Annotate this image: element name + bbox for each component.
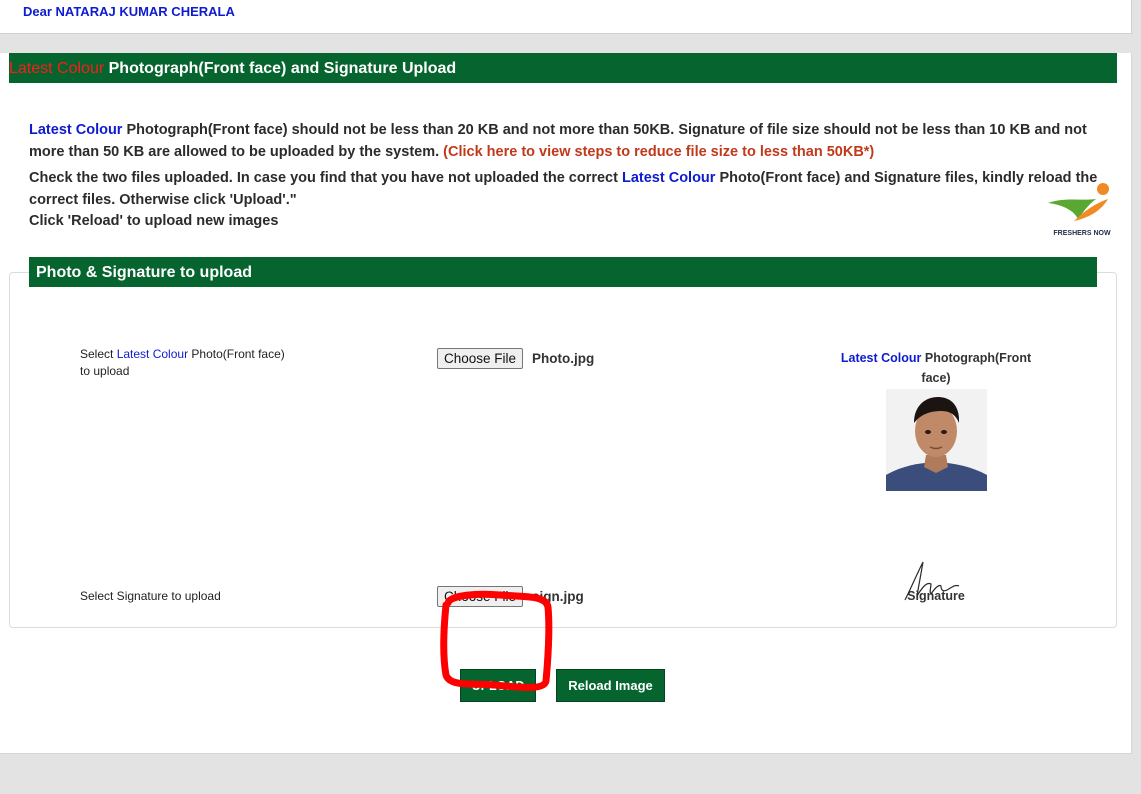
preview-highlight: Latest Colour	[840, 351, 922, 365]
instructions: Latest Colour Photograph(Front face) sho…	[29, 120, 1104, 238]
photo-preview-title: Latest Colour Photograph(Front face)	[826, 348, 1046, 388]
logo-text: FRESHERS NOW	[1053, 230, 1111, 237]
freshers-now-logo: FRESHERS NOW	[1044, 181, 1114, 241]
instruction-size-limits: Latest Colour Photograph(Front face) sho…	[29, 120, 1104, 163]
label-highlight: Latest Colour	[116, 347, 189, 361]
instruction-highlight: Latest Colour	[29, 122, 123, 138]
label-text: to upload	[80, 364, 130, 378]
reduce-file-size-link[interactable]: (Click here to view steps to reduce file…	[443, 144, 874, 160]
page-title-bar: Latest Colour Photograph(Front face) and…	[9, 53, 1117, 83]
instruction-text: Check the two files uploaded. In case yo…	[29, 170, 622, 186]
greeting-text: Dear NATARAJ KUMAR CHERALA	[23, 4, 235, 19]
top-card: Dear NATARAJ KUMAR CHERALA	[0, 0, 1132, 34]
annotation-circle	[440, 590, 553, 691]
page-title-highlight: Latest Colour	[9, 60, 105, 77]
signature-preview-image	[904, 561, 960, 601]
label-text: Photo(Front face)	[188, 347, 285, 361]
instruction-highlight: Latest Colour	[621, 170, 716, 186]
freshers-now-logo-icon	[1048, 183, 1109, 221]
preview-text: face)	[921, 371, 951, 385]
reload-image-button[interactable]: Reload Image	[556, 669, 665, 702]
label-text: Select	[80, 347, 117, 361]
signature-upload-label: Select Signature to upload	[80, 589, 221, 603]
instruction-check-files: Check the two files uploaded. In case yo…	[29, 168, 1104, 233]
preview-text: Photograph(Front	[921, 351, 1032, 365]
page-title: Photograph(Front face) and Signature Upl…	[104, 60, 457, 77]
upload-panel: Photo & Signature to upload Select Lates…	[9, 257, 1117, 628]
photo-upload-label: Select Latest Colour Photo(Front face) t…	[80, 346, 285, 380]
photo-choose-file-button[interactable]: Choose File	[437, 348, 524, 369]
photo-filename: Photo.jpg	[532, 351, 595, 366]
instruction-reload-text: Click 'Reload' to upload new images	[29, 213, 279, 229]
main-card: Latest Colour Photograph(Front face) and…	[0, 53, 1132, 754]
signature-preview	[903, 556, 963, 602]
photo-preview-image	[886, 389, 987, 491]
photo-preview	[886, 389, 987, 491]
section-title: Photo & Signature to upload	[29, 257, 1097, 287]
